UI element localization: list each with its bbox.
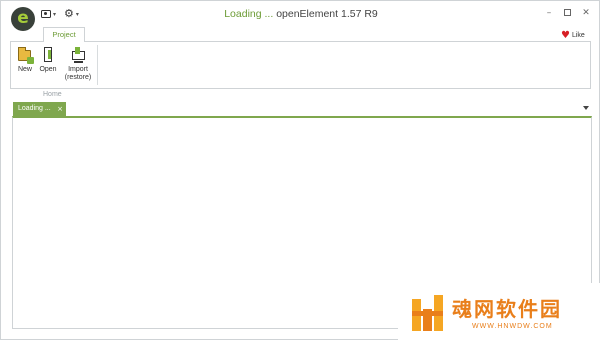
like-label: Like — [571, 32, 585, 39]
tab-list-dropdown[interactable] — [582, 104, 590, 112]
title-bar: ▾ ⚙ ▾ Loading ... openElement 1.57 R9 – … — [1, 1, 599, 27]
heart-icon: ♥ — [561, 30, 570, 41]
minimize-button[interactable]: – — [542, 6, 556, 20]
group-separator — [97, 45, 98, 85]
app-logo-button[interactable]: e — [11, 7, 35, 31]
new-project-icon — [17, 47, 34, 64]
app-logo-letter: e — [17, 8, 29, 28]
window-title: Loading ... openElement 1.57 R9 — [1, 8, 600, 20]
maximize-icon — [563, 9, 571, 16]
document-tab-label: Loading ... — [18, 105, 51, 112]
new-project-button[interactable]: New — [12, 47, 38, 74]
import-restore-button[interactable]: Import (restore) — [63, 47, 93, 82]
tab-project[interactable]: Project — [43, 27, 85, 42]
new-label: New — [17, 66, 32, 73]
close-button[interactable]: ✕ — [579, 6, 593, 20]
import-label: Import — [68, 66, 88, 73]
ribbon-group-label-home: Home — [43, 91, 62, 98]
open-label: Open — [39, 66, 57, 73]
restore-label: (restore) — [64, 74, 92, 81]
watermark-url: WWW.HNWDW.COM — [472, 323, 553, 330]
watermark-text: 魂网软件园 — [452, 297, 562, 321]
open-project-button[interactable]: Open — [37, 47, 59, 74]
maximize-button[interactable] — [560, 6, 574, 20]
loading-status: Loading ... — [224, 8, 274, 20]
watermark: 魂网软件园 WWW.HNWDW.COM — [398, 283, 600, 340]
watermark-logo — [412, 295, 450, 331]
open-project-icon — [40, 47, 56, 63]
import-restore-icon — [70, 47, 86, 63]
close-icon[interactable]: × — [57, 102, 63, 116]
document-tab[interactable]: Loading ... × — [13, 102, 66, 116]
app-title: openElement 1.57 R9 — [276, 8, 378, 20]
ribbon-panel: New Open Import (restore) — [10, 41, 591, 89]
like-button[interactable]: ♥ Like — [561, 30, 585, 41]
